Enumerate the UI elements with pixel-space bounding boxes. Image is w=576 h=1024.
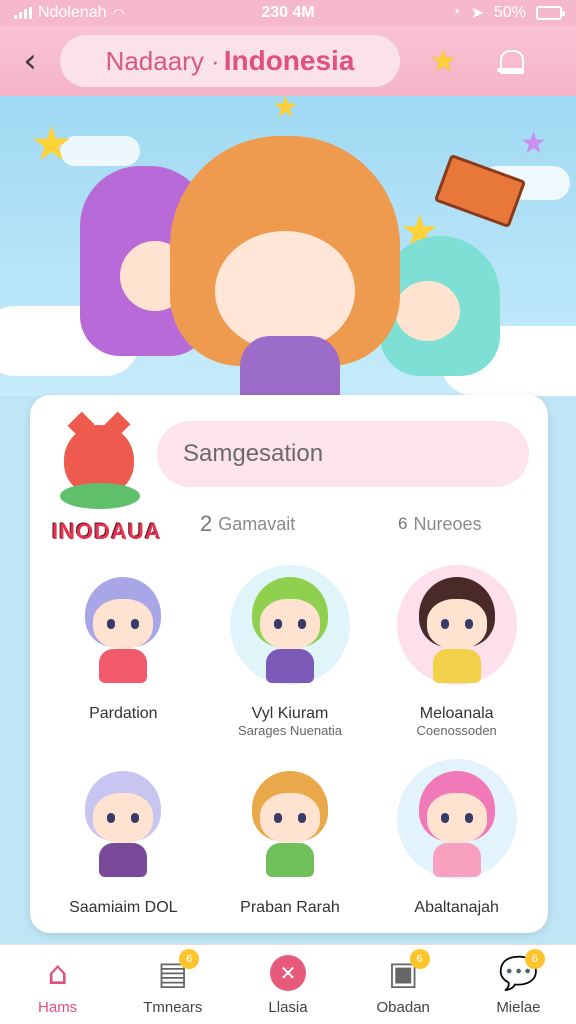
battery-icon: [536, 6, 565, 20]
nav-badge: 6: [524, 949, 545, 969]
chip-count: 6: [398, 514, 408, 533]
tile-sublabel: Sarages Nuenatia: [237, 723, 343, 738]
chip-count: 2: [200, 511, 213, 536]
character-tile[interactable]: Pardation: [40, 555, 207, 737]
nav-item-4[interactable]: 💬 6 Mielae: [461, 945, 576, 1024]
nav-item-0[interactable]: ⌂ Hams: [0, 945, 115, 1024]
page-title: Nadaary · Indonesia: [60, 35, 400, 87]
character-eye: [273, 813, 282, 823]
alarm-icon: ◔: [450, 4, 461, 21]
battery-percent: 50%: [493, 4, 526, 21]
nav-item-3[interactable]: ▣ 6 Obadan: [346, 945, 461, 1024]
character-face: [259, 599, 320, 649]
avatar: [396, 565, 517, 685]
leaf-logo-icon: [60, 483, 140, 509]
app-header: ‹ Nadaary · Indonesia ★: [0, 26, 576, 96]
brand-logo: INODAUA: [52, 417, 172, 547]
nav-badge: 6: [409, 949, 430, 969]
character-eye: [107, 619, 116, 629]
chip-nureoes[interactable]: 6 Nureoes: [398, 507, 482, 541]
sign-board: [433, 153, 527, 229]
character-eye: [297, 813, 306, 823]
character-tile[interactable]: Abaltanajah: [373, 749, 540, 931]
character-body: [265, 843, 314, 877]
character-tile[interactable]: Saamiaim DOL: [40, 749, 207, 931]
avatar: [229, 565, 350, 685]
tile-label: Praban Rarah: [240, 899, 340, 916]
search-placeholder: Samgesation: [183, 440, 324, 467]
avatar: [63, 759, 184, 879]
chip-gamavait[interactable]: 2 Gamavait: [200, 507, 295, 541]
star-decoration-icon: ★: [272, 96, 299, 124]
character-eye: [464, 619, 473, 629]
tile-label: Pardation: [89, 705, 158, 722]
title-main: Indonesia: [223, 45, 355, 76]
location-icon: ➤: [470, 5, 484, 22]
title-prefix: Nadaary ·: [105, 45, 220, 76]
tile-label: Saamiaim DOL: [69, 899, 178, 916]
character-eye: [107, 813, 116, 823]
character-eye: [464, 813, 473, 823]
notification-bell-icon[interactable]: [496, 46, 524, 76]
character-tile[interactable]: Vyl Kiuram Sarages Nuenatia: [207, 555, 374, 738]
tile-label: Vyl Kiuram: [251, 705, 329, 722]
character-face: [426, 793, 487, 843]
search-input[interactable]: Samgesation: [157, 421, 529, 487]
character-eye: [440, 813, 449, 823]
avatar: [396, 759, 517, 879]
character-face: [259, 793, 320, 843]
character-face: [426, 599, 487, 649]
character-tile[interactable]: Praban Rarah: [207, 749, 374, 931]
wifi-icon: ◠: [112, 4, 125, 21]
signal-icon: [14, 7, 32, 19]
home-icon: ⌂: [47, 954, 68, 992]
chip-label: Gamavait: [218, 513, 296, 534]
logo-text: INODAUA: [52, 519, 162, 544]
back-button[interactable]: ‹: [0, 41, 60, 81]
character-body: [99, 843, 148, 877]
character-body: [240, 336, 340, 396]
back-arrow-icon: ‹: [23, 41, 37, 81]
status-bar: Ndolenah ◠ 230 4M ◔ ➤ 50%: [0, 0, 576, 26]
content-card: INODAUA Samgesation 2 Gamavait 6 Nureoes…: [30, 395, 548, 933]
character-face: [395, 281, 460, 341]
favorite-star-icon[interactable]: ★: [430, 44, 457, 79]
star-decoration-icon: ★: [520, 127, 547, 160]
character-tile[interactable]: Meloanala Coenossoden: [373, 555, 540, 738]
nav-item-1[interactable]: ▤ 6 Tmnears: [115, 945, 230, 1024]
star-decoration-icon: ★: [30, 118, 74, 171]
character-face: [93, 599, 154, 649]
nav-label: Tmnears: [143, 999, 203, 1016]
carrier-name: Ndolenah: [38, 4, 107, 21]
nav-label: Llasia: [268, 999, 308, 1016]
status-time: 230 4M: [261, 4, 315, 21]
character-eye: [273, 619, 282, 629]
hero-banner: ★ ★ ★ ★: [0, 96, 576, 396]
character-eye: [131, 619, 140, 629]
character-eye: [131, 813, 140, 823]
character-face: [93, 793, 154, 843]
tile-label: Abaltanajah: [414, 899, 499, 916]
nav-label: Obadan: [376, 999, 430, 1016]
tile-sublabel: Coenossoden: [416, 723, 497, 738]
character-body: [99, 649, 148, 683]
character-face: [215, 231, 355, 351]
bottom-navigation: ⌂ Hams ▤ 6 Tmnears ✕ Llasia ▣ 6 Obadan 💬 6 Mielae: [0, 944, 576, 1024]
chip-label: Nureoes: [413, 513, 482, 534]
character-body: [265, 649, 314, 683]
character-eye: [297, 619, 306, 629]
nav-label: Hams: [38, 999, 78, 1016]
character-eye: [440, 619, 449, 629]
character-body: [432, 649, 481, 683]
close-circle-icon: ✕: [270, 955, 306, 991]
character-grid: Pardation Vyl Kiuram Sarages Nuenatia Meloa…: [40, 555, 540, 931]
nav-item-2[interactable]: ✕ Llasia: [230, 945, 345, 1024]
character-body: [432, 843, 481, 877]
nav-badge: 6: [179, 949, 200, 969]
avatar: [229, 759, 350, 879]
avatar: [63, 565, 184, 685]
tile-label: Meloanala: [419, 705, 494, 722]
nav-label: Mielae: [496, 999, 541, 1016]
